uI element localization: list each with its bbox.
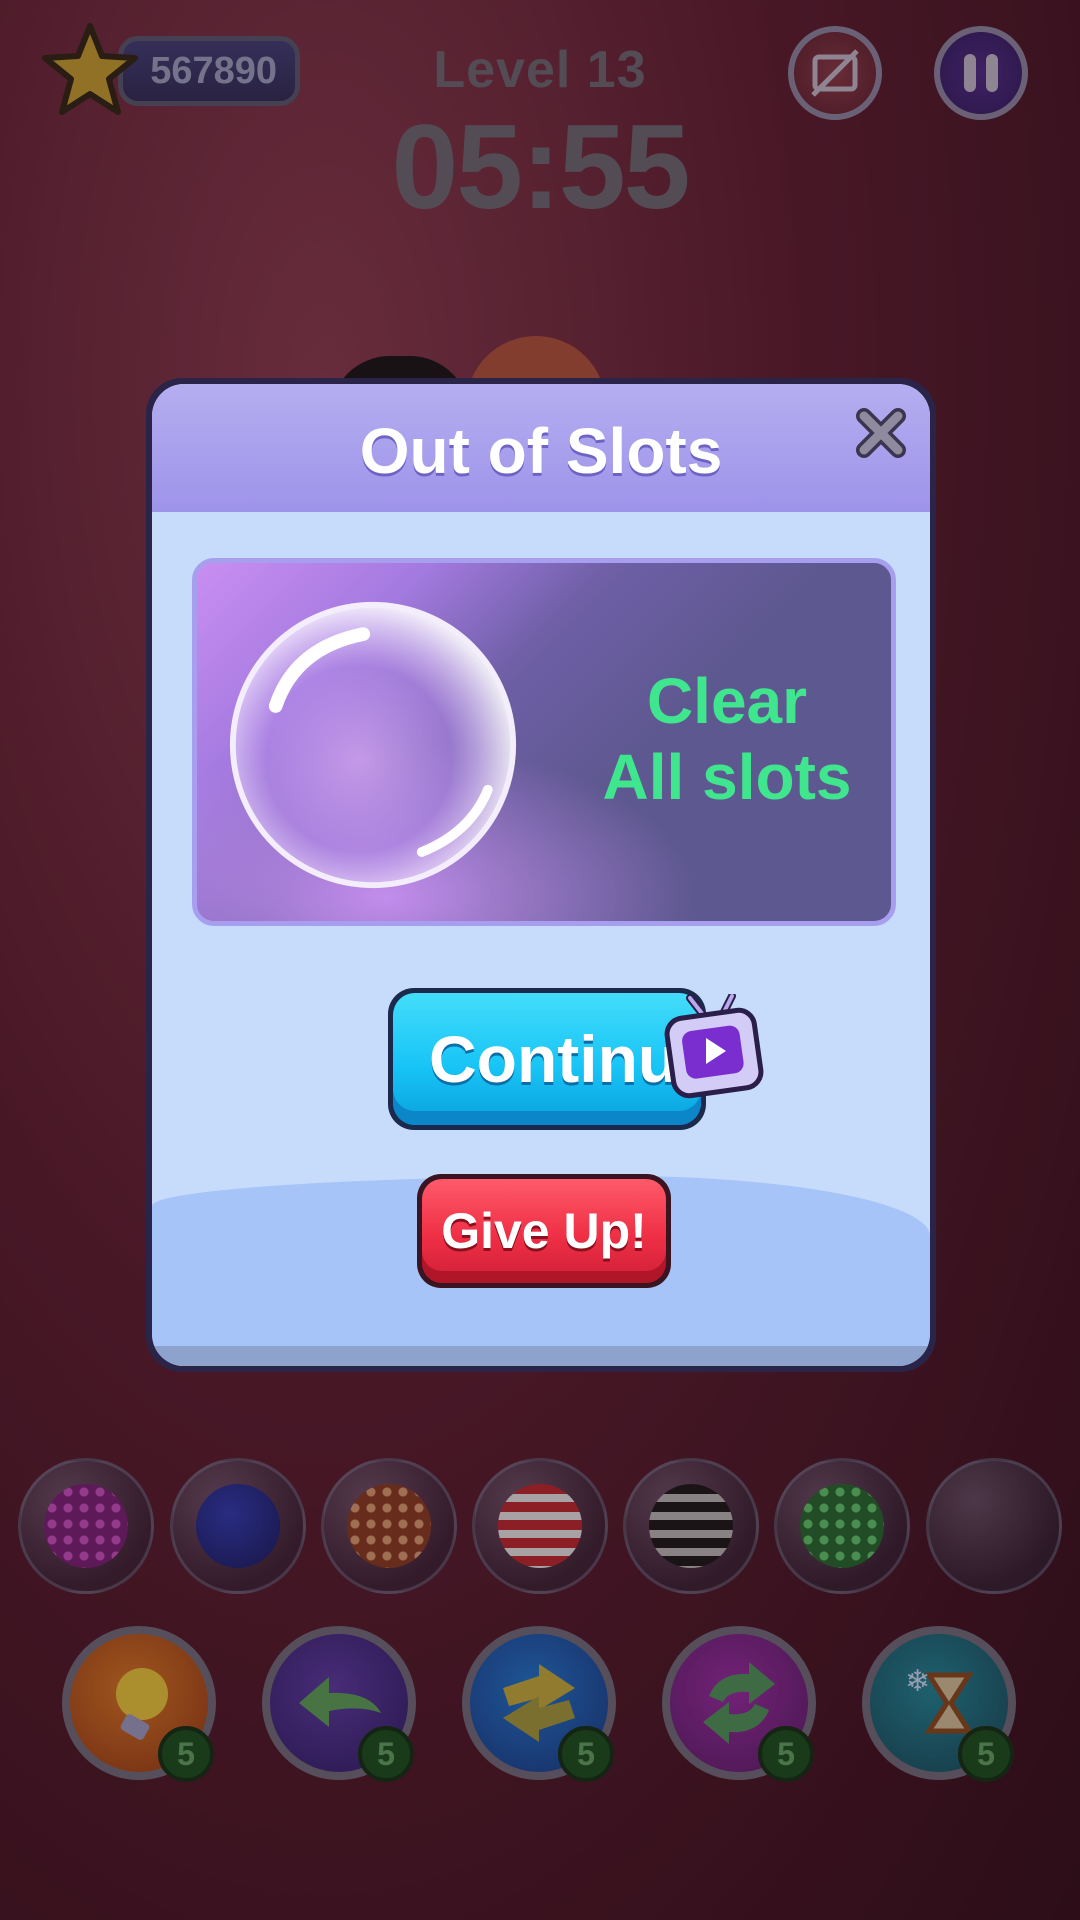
dialog-panel: Out of Slots Clear All slots Continue Gi… <box>152 384 930 1366</box>
out-of-slots-dialog: Out of Slots Clear All slots Continue Gi… <box>146 378 936 1372</box>
continue-label: Continue <box>393 993 715 1125</box>
give-up-button[interactable]: Give Up! <box>417 1174 671 1288</box>
close-icon <box>856 408 906 458</box>
promo-text: Clear All slots <box>577 663 877 815</box>
dialog-title: Out of Slots <box>359 415 723 487</box>
watch-ad-tv-icon[interactable] <box>664 994 764 1104</box>
continue-button[interactable]: Continue <box>388 988 715 1130</box>
give-up-label: Give Up! <box>422 1179 666 1283</box>
dialog-rim <box>152 1346 930 1366</box>
close-button[interactable] <box>850 402 912 464</box>
bubble-icon <box>229 601 517 889</box>
promo-line-2: All slots <box>602 741 852 813</box>
promo-line-1: Clear <box>646 665 808 737</box>
clear-slots-promo: Clear All slots <box>192 558 896 926</box>
